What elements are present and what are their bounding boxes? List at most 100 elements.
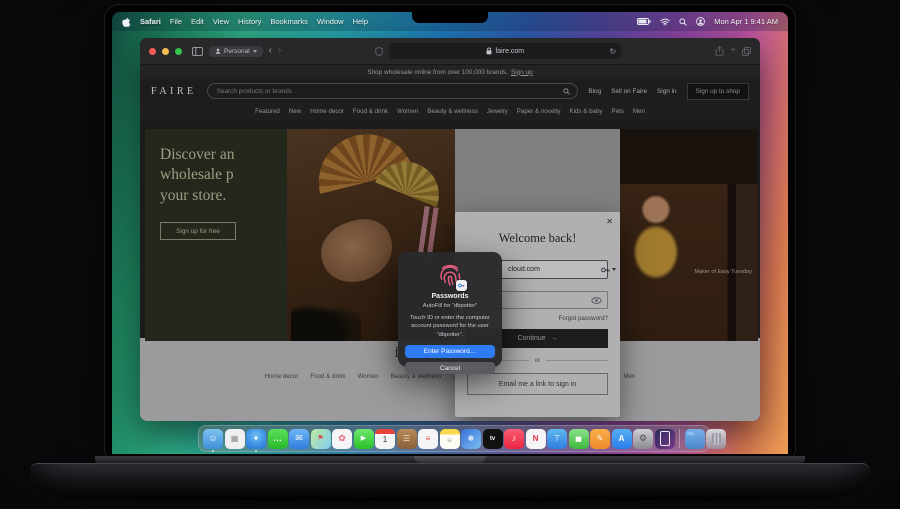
menu-bookmarks[interactable]: Bookmarks <box>270 17 308 26</box>
menu-file[interactable]: File <box>170 17 182 26</box>
dock-icon-launchpad[interactable]: ▦ <box>224 428 245 449</box>
pill-home-decor[interactable]: Home decor <box>263 371 301 382</box>
menu-help[interactable]: Help <box>353 17 368 26</box>
dock-icon-facetime[interactable]: ▶ <box>353 428 374 449</box>
hand-photo-detail <box>313 211 401 291</box>
passwords-app-badge-icon <box>456 280 467 291</box>
dock-icon-pages[interactable]: ✎ <box>590 428 610 449</box>
sign-in-link[interactable]: Sign in <box>657 88 677 95</box>
zoom-window-button[interactable] <box>175 47 182 55</box>
nav-jewelry[interactable]: Jewelry <box>487 108 508 115</box>
back-button[interactable]: ‹ <box>269 46 272 56</box>
url-text: faire.com <box>495 47 525 55</box>
dock-icon-news[interactable]: N <box>525 428 546 449</box>
dock-icon-numbers[interactable]: ▅ <box>568 428 589 449</box>
nav-men[interactable]: Men <box>633 108 645 115</box>
new-tab-icon[interactable]: + <box>730 46 736 56</box>
minimize-window-button[interactable] <box>162 47 169 55</box>
pill-women[interactable]: Women <box>355 371 380 382</box>
faire-logo[interactable]: FAIRE <box>151 86 197 97</box>
chevron-down-icon <box>252 49 257 53</box>
nav-featured[interactable]: Featured <box>255 108 280 115</box>
nav-paper-novelty[interactable]: Paper & novelty <box>517 108 561 115</box>
reload-icon[interactable]: ↻ <box>610 47 617 56</box>
sell-on-faire-link[interactable]: Sell on Faire <box>611 88 647 95</box>
cancel-button[interactable]: Cancel <box>405 362 495 375</box>
dock-icon-app-store[interactable]: A <box>611 428 632 449</box>
lid-thumb-scoop <box>414 456 486 463</box>
menu-edit[interactable]: Edit <box>191 17 204 26</box>
camera-notch <box>412 12 488 23</box>
hero-headline-line3: your store. <box>160 186 227 204</box>
dock-icon-iphone-mirroring[interactable] <box>654 428 675 449</box>
safari-toolbar: Personal ‹ › faire.com ↻ + <box>140 38 760 65</box>
dock-icon-photos[interactable]: ✿ <box>332 428 352 449</box>
pill-food-drink[interactable]: Food & drink <box>308 371 347 382</box>
sidebar-toggle-icon[interactable] <box>192 46 203 56</box>
dock-icon-downloads-folder[interactable] <box>684 428 705 449</box>
address-bar[interactable]: faire.com ↻ <box>389 43 622 59</box>
nav-home-decor[interactable]: Home decor <box>310 108 344 115</box>
pill-men[interactable]: Men <box>621 371 637 382</box>
spotlight-icon[interactable] <box>679 17 687 26</box>
dock-icon-messages[interactable]: … <box>267 428 288 449</box>
dock-separator <box>679 429 680 448</box>
wifi-icon[interactable] <box>660 18 670 26</box>
dock-icon-mail[interactable]: ✉ <box>289 428 309 449</box>
dock-icon-contacts[interactable]: ☰ <box>396 428 417 449</box>
dock-icon-system-settings[interactable]: ⚙ <box>633 428 653 449</box>
dock-icon-reminders[interactable]: ≡ <box>418 428 438 449</box>
screenshot-stage: Safari File Edit View History Bookmarks … <box>0 0 900 509</box>
close-icon[interactable]: ✕ <box>606 217 613 226</box>
share-icon[interactable] <box>715 46 724 56</box>
dock: ☺ ▦ ✦ … ✉ ⚑ ✿ ▶ 1 ☰ ≡ ≡ ❋ tv ♪ N ⊤ ▅ ✎ A… <box>198 425 726 452</box>
enter-password-button[interactable]: Enter Password… <box>405 345 495 359</box>
safari-window: Personal ‹ › faire.com ↻ + Shop wholesal… <box>140 38 760 421</box>
menu-safari[interactable]: Safari <box>140 17 161 26</box>
dock-icon-apple-tv[interactable]: tv <box>482 428 503 449</box>
show-password-eye-icon[interactable] <box>591 296 602 304</box>
nav-food-drink[interactable]: Food & drink <box>353 108 388 115</box>
nav-kids-baby[interactable]: Kids & baby <box>569 108 602 115</box>
dock-icon-freeform[interactable]: ❋ <box>461 428 481 449</box>
dock-icon-music[interactable]: ♪ <box>504 428 524 449</box>
search-input[interactable] <box>214 86 560 96</box>
dock-icon-safari[interactable]: ✦ <box>246 428 266 452</box>
battery-icon[interactable] <box>637 18 651 25</box>
nav-new[interactable]: New <box>289 108 301 115</box>
dock-icon-maps[interactable]: ⚑ <box>310 428 331 449</box>
email-link-signin-button[interactable]: Email me a link to sign in <box>467 373 608 395</box>
blog-link[interactable]: Blog <box>588 88 601 95</box>
autofill-key-icon[interactable] <box>601 266 616 274</box>
dock-icon-trash[interactable] <box>706 428 726 449</box>
signup-to-shop-button[interactable]: Sign up to shop <box>686 82 749 100</box>
dock-icon-finder[interactable]: ☺ <box>203 428 223 452</box>
profile-chip[interactable]: Personal <box>209 45 263 57</box>
forward-button[interactable]: › <box>278 46 281 56</box>
apple-logo-icon[interactable] <box>122 17 131 27</box>
menu-bar-clock[interactable]: Mon Apr 1 9:41 AM <box>714 17 778 26</box>
user-switch-icon[interactable] <box>696 17 706 26</box>
continue-label: Continue <box>517 335 546 342</box>
dock-icon-keynote[interactable]: ⊤ <box>547 428 567 449</box>
menu-view[interactable]: View <box>213 17 229 26</box>
menu-history[interactable]: History <box>238 17 261 26</box>
close-window-button[interactable] <box>149 47 156 55</box>
lock-icon <box>486 47 492 55</box>
promo-signup-link[interactable]: Sign up <box>511 69 533 76</box>
maker-workshop-photo: Maker of Easy Tuesday <box>620 129 758 341</box>
arrow-right-icon: → <box>550 335 558 342</box>
privacy-shield-icon[interactable] <box>375 46 383 56</box>
bottles-photo-detail <box>291 299 361 341</box>
or-label: or <box>534 357 541 364</box>
menu-window[interactable]: Window <box>317 17 344 26</box>
dock-icon-notes[interactable]: ≡ <box>439 428 460 449</box>
hero-signup-free-button[interactable]: Sign up for free <box>160 222 236 241</box>
site-header: FAIRE Blog Sell on Faire Sign in Sign up… <box>140 79 760 103</box>
dock-icon-calendar[interactable]: 1 <box>375 428 395 449</box>
nav-pets[interactable]: Pets <box>612 108 624 115</box>
tab-overview-icon[interactable] <box>742 46 751 56</box>
nav-women[interactable]: Women <box>397 108 418 115</box>
nav-beauty-wellness[interactable]: Beauty & wellness <box>427 108 478 115</box>
search-bar[interactable] <box>206 83 579 99</box>
